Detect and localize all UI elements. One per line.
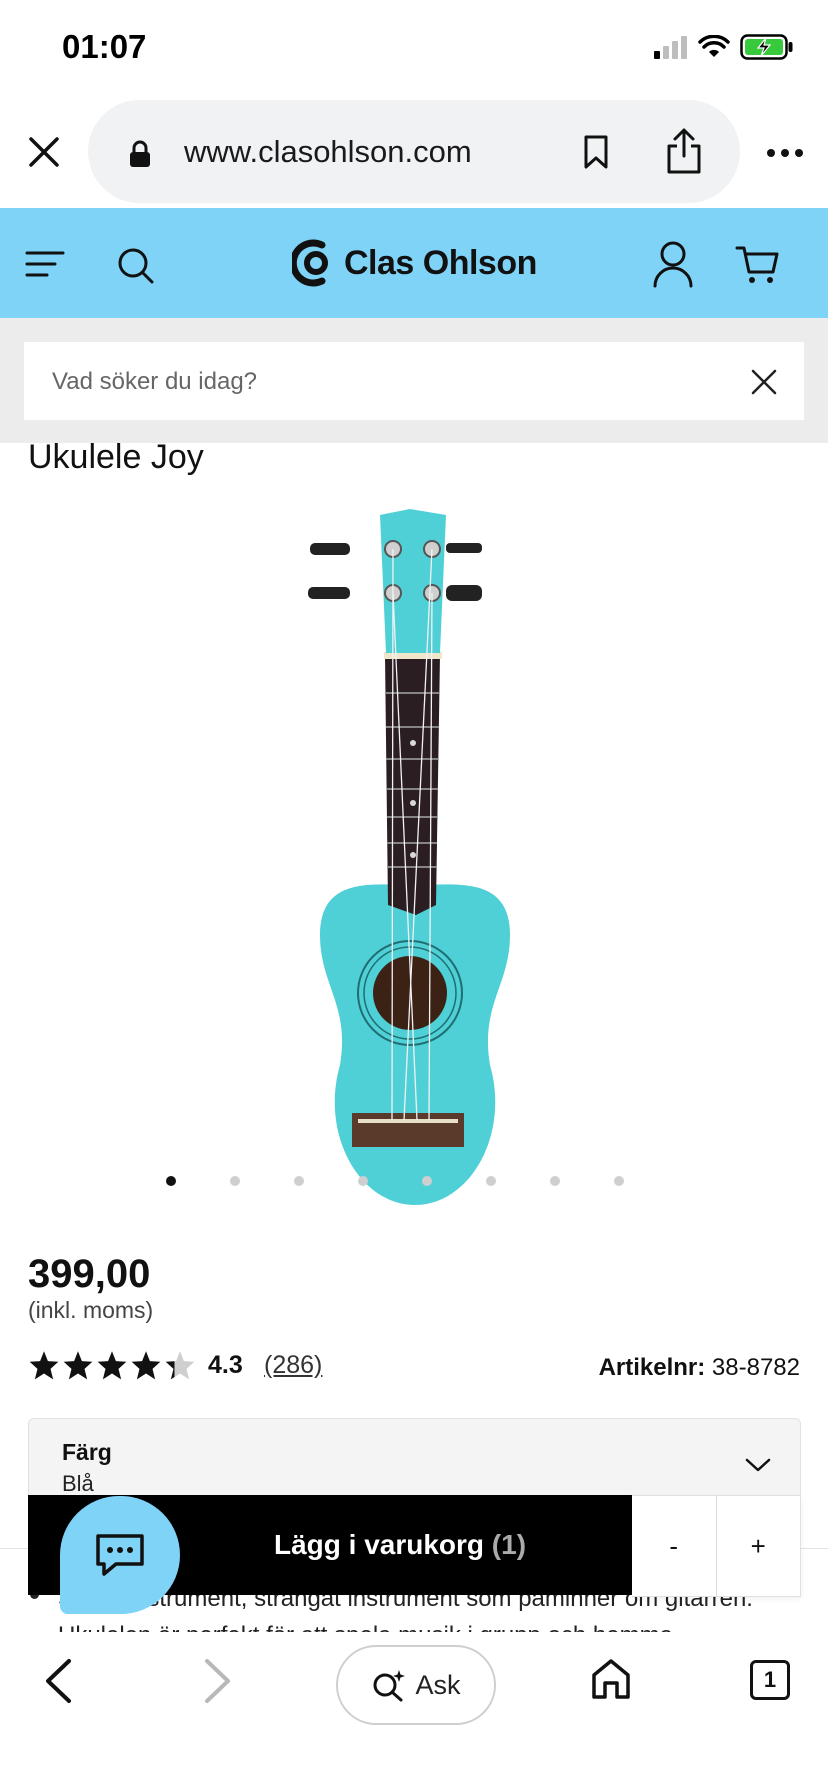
chat-button[interactable] xyxy=(60,1496,180,1614)
review-count-link[interactable]: (286) xyxy=(264,1351,322,1380)
carousel-dot[interactable] xyxy=(422,1176,432,1186)
tabs-count: 1 xyxy=(763,1667,777,1692)
rating-value: 4.3 xyxy=(208,1351,243,1379)
bookmark-button[interactable] xyxy=(574,128,618,176)
product-price: 399,00 xyxy=(28,1252,151,1296)
wifi-icon xyxy=(698,35,730,57)
more-icon xyxy=(767,149,803,157)
star-icon xyxy=(131,1351,161,1380)
back-icon xyxy=(46,1659,71,1703)
chevron-down-icon xyxy=(745,1458,771,1472)
star-half-icon xyxy=(165,1351,195,1380)
ukulele-image[interactable] xyxy=(270,505,560,1205)
menu-icon xyxy=(25,251,65,277)
add-to-cart-label: Lägg i varukorg xyxy=(273,1529,485,1560)
url-text[interactable]: www.clasohlson.com xyxy=(184,134,472,170)
carousel-dot[interactable] xyxy=(614,1176,624,1186)
ask-sparkle-icon xyxy=(373,1670,406,1702)
color-label: Färg xyxy=(62,1439,112,1465)
status-time: 01:07 xyxy=(62,28,147,65)
forward-icon xyxy=(205,1659,230,1703)
star-icon xyxy=(29,1351,59,1380)
share-icon xyxy=(667,128,701,174)
ask-button[interactable]: Ask xyxy=(336,1645,496,1725)
tabs-button[interactable]: 1 xyxy=(750,1660,790,1700)
carousel-dot[interactable] xyxy=(166,1176,176,1186)
quantity-stepper: - + xyxy=(632,1495,801,1597)
search-icon xyxy=(118,248,154,284)
lock-icon xyxy=(130,140,150,167)
rating-stars[interactable] xyxy=(28,1350,196,1380)
forward-button[interactable] xyxy=(196,1655,240,1707)
brand-logo[interactable]: Clas Ohlson xyxy=(292,236,537,290)
home-button[interactable] xyxy=(586,1654,636,1704)
back-button[interactable] xyxy=(36,1655,80,1707)
home-icon xyxy=(592,1659,630,1699)
close-icon xyxy=(29,137,59,167)
cart-quantity: (1) xyxy=(491,1529,527,1560)
close-tab-button[interactable] xyxy=(22,130,66,174)
bookmark-icon xyxy=(584,135,608,169)
account-icon xyxy=(653,241,693,288)
carousel-dot[interactable] xyxy=(550,1176,560,1186)
site-search-button[interactable] xyxy=(114,244,158,288)
status-icons xyxy=(652,32,794,62)
cart-icon xyxy=(735,246,779,283)
account-button[interactable] xyxy=(650,238,696,290)
decrease-quantity-button[interactable]: - xyxy=(632,1496,716,1596)
carousel-dot[interactable] xyxy=(294,1176,304,1186)
clas-ohlson-logo-icon xyxy=(292,239,328,287)
chat-icon xyxy=(96,1534,144,1576)
search-input[interactable] xyxy=(50,350,694,414)
share-button[interactable] xyxy=(660,122,708,180)
signal-icon xyxy=(654,36,687,59)
star-icon xyxy=(63,1351,93,1380)
carousel-dot[interactable] xyxy=(230,1176,240,1186)
increase-quantity-button[interactable]: + xyxy=(715,1496,801,1596)
product-title: Ukulele Joy xyxy=(28,438,204,476)
article-number-value: 38-8782 xyxy=(711,1354,800,1381)
battery-charging-icon xyxy=(740,34,793,60)
menu-button[interactable] xyxy=(22,244,68,284)
carousel-dot[interactable] xyxy=(358,1176,368,1186)
vat-note: (inkl. moms) xyxy=(28,1297,154,1323)
star-icon xyxy=(97,1351,127,1380)
carousel-dot[interactable] xyxy=(486,1176,496,1186)
brand-name: Clas Ohlson xyxy=(344,243,537,282)
close-icon xyxy=(751,369,777,395)
more-button[interactable] xyxy=(760,138,810,168)
article-number-label: Artikelnr: xyxy=(598,1354,706,1381)
color-value: Blå xyxy=(62,1471,94,1496)
ask-label: Ask xyxy=(415,1669,461,1700)
article-number: Artikelnr: 38-8782 xyxy=(599,1354,800,1382)
clear-search-button[interactable] xyxy=(744,362,784,402)
cart-button[interactable] xyxy=(734,240,780,288)
